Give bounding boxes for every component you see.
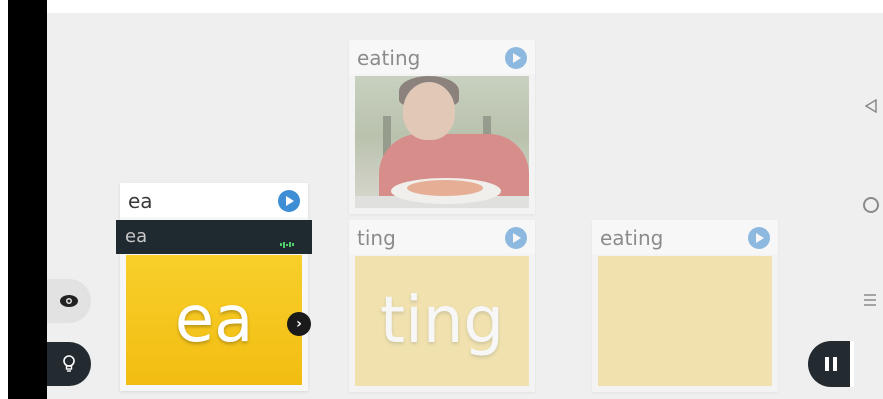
home-circle-icon[interactable] xyxy=(863,197,879,213)
play-icon[interactable] xyxy=(278,190,300,212)
left-white-strip xyxy=(0,0,8,399)
tile-word: ea xyxy=(174,283,254,357)
card-label: ea xyxy=(128,189,153,213)
card-header: ea xyxy=(120,183,308,217)
eye-icon xyxy=(60,295,78,307)
card-ting[interactable]: ting ting xyxy=(349,220,535,392)
overlay-bar[interactable]: ea xyxy=(116,220,312,254)
back-triangle-icon[interactable] xyxy=(864,98,877,117)
card-eating-empty[interactable]: eating xyxy=(592,220,778,392)
tile-ting: ting xyxy=(355,256,529,386)
card-header: eating xyxy=(349,40,535,74)
eye-button[interactable] xyxy=(47,279,91,323)
play-icon[interactable] xyxy=(748,227,770,249)
tile-word: ting xyxy=(379,284,505,358)
pause-icon xyxy=(825,357,837,371)
hint-button[interactable] xyxy=(47,342,91,386)
overlay-label: ea xyxy=(125,226,148,247)
card-ea[interactable]: ea ea xyxy=(120,183,308,391)
menu-lines-icon[interactable] xyxy=(863,292,877,311)
card-header: eating xyxy=(592,220,778,254)
lightbulb-icon xyxy=(63,355,75,372)
card-label: eating xyxy=(600,226,664,250)
audio-wave-icon xyxy=(280,234,298,248)
top-bar xyxy=(0,0,883,13)
tile-ea: ea xyxy=(126,255,302,385)
card-header: ting xyxy=(349,220,535,254)
chevron-right-icon[interactable]: › xyxy=(287,312,311,336)
card-label: ting xyxy=(357,226,396,250)
play-icon[interactable] xyxy=(505,227,527,249)
boy-eating-photo xyxy=(355,76,529,208)
card-label: eating xyxy=(357,46,421,70)
app-stage: eating ea ea ea › ting ting eating xyxy=(0,0,883,399)
card-eating-image[interactable]: eating xyxy=(349,40,535,214)
pause-button[interactable] xyxy=(808,341,854,387)
tile-eating xyxy=(598,256,772,386)
play-icon[interactable] xyxy=(505,47,527,69)
